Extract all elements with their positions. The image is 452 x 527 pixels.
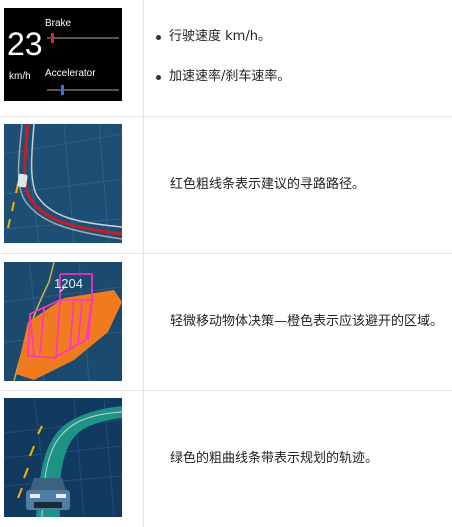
avoidance-description: 轻微移动物体决策—橙色表示应该避开的区域。	[170, 314, 444, 329]
table-row-avoidance: 1204 轻微移动物体决策—橙色表示应该避开的区域。	[0, 253, 452, 391]
dashboard-bullets: 行驶速度 km/h。 加速速率/刹车速率。	[153, 28, 290, 108]
brake-indicator	[50, 33, 54, 43]
accelerator-label: Accelerator	[45, 68, 96, 79]
trajectory-description: 绿色的粗曲线条带表示规划的轨迹。	[170, 451, 379, 466]
table-row-dashboard: 23 km/h Brake Accelerator 行驶速度 km/h。 加速速…	[0, 0, 452, 117]
table-row-route: 红色粗线条表示建议的寻路路径。	[0, 116, 452, 254]
brake-label: Brake	[45, 18, 72, 29]
table-row-trajectory: 绿色的粗曲线条带表示规划的轨迹。	[0, 390, 452, 527]
accelerator-bar	[47, 85, 119, 95]
accelerator-indicator	[61, 85, 65, 95]
bullet-acceleration: 加速速率/刹车速率。	[153, 68, 290, 86]
trajectory-thumbnail	[4, 398, 122, 517]
speed-unit: km/h	[9, 71, 31, 82]
bullet-speed: 行驶速度 km/h。	[153, 28, 290, 46]
brake-bar	[47, 33, 119, 43]
object-id-label: 1204	[54, 276, 83, 291]
legend-table: 23 km/h Brake Accelerator 行驶速度 km/h。 加速速…	[0, 0, 452, 527]
route-description: 红色粗线条表示建议的寻路路径。	[170, 177, 366, 192]
speed-value: 23	[7, 26, 43, 62]
avoidance-thumbnail: 1204	[4, 262, 122, 381]
route-thumbnail	[4, 124, 122, 243]
dashboard-thumbnail: 23 km/h Brake Accelerator	[4, 8, 122, 101]
ego-vehicle	[26, 478, 70, 510]
